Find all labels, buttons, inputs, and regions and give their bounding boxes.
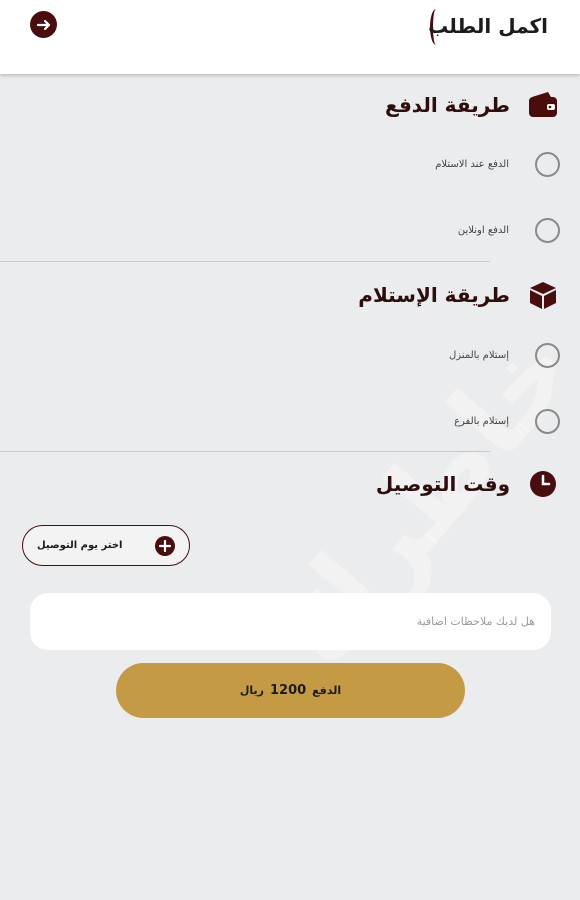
notes-input[interactable]: [30, 593, 551, 650]
payment-method-title: طريقة الدفع: [385, 93, 510, 117]
radio-button[interactable]: [535, 343, 560, 368]
wallet-icon: [528, 90, 558, 120]
delivery-time-title: وقت التوصيل: [375, 472, 510, 496]
choose-delivery-day-button[interactable]: اختر يوم التوصيل: [22, 525, 190, 566]
plus-icon: [155, 535, 175, 556]
pay-currency: ريال: [239, 684, 264, 697]
date-button-label: اختر يوم التوصيل: [37, 540, 123, 551]
option-label: الدفع اونلاين: [457, 225, 509, 236]
option-label: الدفع عند الاستلام: [435, 159, 509, 170]
back-button[interactable]: [30, 11, 57, 38]
pay-label: الدفع: [312, 684, 342, 697]
box-icon: [528, 280, 558, 310]
receipt-method-header: طريقة الإستلام: [358, 280, 558, 310]
radio-button[interactable]: [535, 409, 560, 434]
payment-method-header: طريقة الدفع: [385, 90, 558, 120]
pay-amount: 1200: [269, 683, 307, 698]
delivery-time-header: وقت التوصيل: [376, 469, 558, 499]
payment-option-online[interactable]: الدفع اونلاين: [458, 218, 560, 243]
divider: [0, 261, 490, 262]
divider: [0, 451, 490, 452]
radio-button[interactable]: [535, 218, 560, 243]
receipt-option-home[interactable]: إستلام بالمنزل: [449, 343, 560, 368]
app-bar: اكمل الطلب: [0, 0, 580, 74]
clock-icon: [528, 469, 558, 499]
pay-button[interactable]: الدفع 1200 ريال: [116, 663, 465, 718]
payment-option-cash[interactable]: الدفع عند الاستلام: [435, 152, 560, 177]
receipt-option-branch[interactable]: إستلام بالفرع: [454, 409, 560, 434]
receipt-method-title: طريقة الإستلام: [358, 283, 510, 307]
option-label: إستلام بالمنزل: [449, 350, 509, 361]
option-label: إستلام بالفرع: [454, 416, 509, 427]
page-title: اكمل الطلب: [428, 14, 548, 38]
arrow-right-icon: [36, 19, 50, 30]
radio-button[interactable]: [535, 152, 560, 177]
